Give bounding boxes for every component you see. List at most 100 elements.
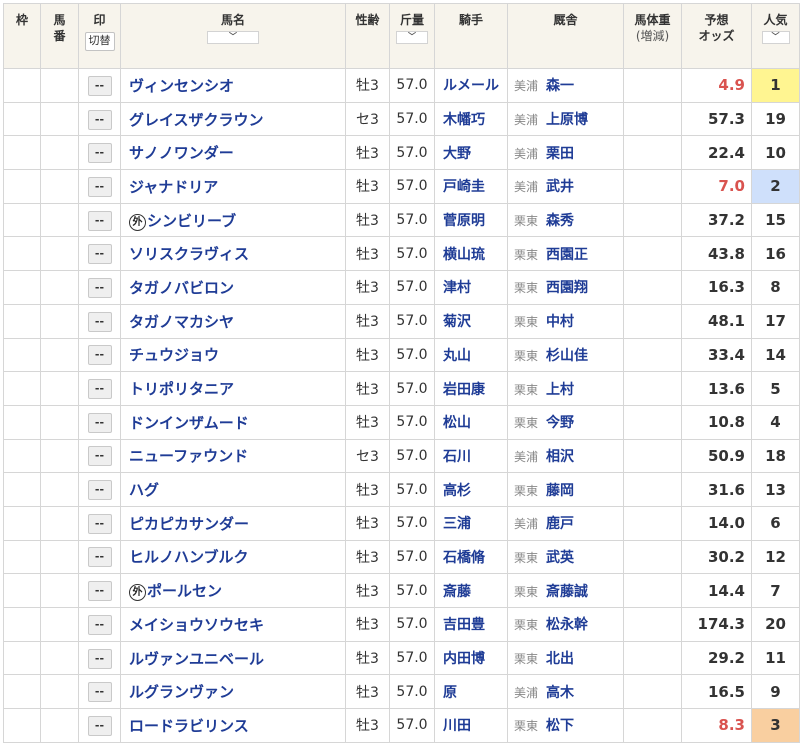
jockey-link[interactable]: 石橋脩 bbox=[434, 539, 508, 575]
trainer-link[interactable]: 杉山佳 bbox=[546, 348, 588, 364]
horse-name-cell[interactable]: 外ポールセン bbox=[120, 573, 346, 608]
jockey-link[interactable]: 松山 bbox=[434, 404, 508, 440]
jockey-link[interactable]: 菅原明 bbox=[434, 202, 508, 238]
horse-name-cell[interactable]: ピカピカサンダー bbox=[120, 505, 346, 541]
mark-select-button[interactable]: -- bbox=[87, 513, 112, 534]
mark-select-button[interactable]: -- bbox=[87, 682, 112, 703]
horse-name-link[interactable]: ニューファウンド bbox=[129, 447, 248, 465]
mark-select-button[interactable]: -- bbox=[87, 75, 112, 96]
jockey-link[interactable]: ルメール bbox=[434, 68, 508, 103]
trainer-link[interactable]: 西園翔 bbox=[546, 280, 588, 296]
horse-name-link[interactable]: ルヴァンユニベール bbox=[129, 650, 264, 668]
mark-select-button[interactable]: -- bbox=[87, 581, 112, 602]
trainer-link[interactable]: 武井 bbox=[546, 179, 574, 195]
horse-name-cell[interactable]: メイショウソウセキ bbox=[120, 607, 346, 642]
horse-name-cell[interactable]: チュウジョウ bbox=[120, 337, 346, 373]
mark-select-button[interactable]: -- bbox=[87, 176, 112, 197]
mark-select-button[interactable]: -- bbox=[87, 715, 112, 736]
trainer-link[interactable]: 武英 bbox=[546, 550, 574, 566]
horse-name-link[interactable]: タガノマカシヤ bbox=[129, 313, 234, 331]
jockey-link[interactable]: 原 bbox=[434, 674, 508, 710]
jockey-link[interactable]: 三浦 bbox=[434, 505, 508, 541]
trainer-link[interactable]: 上原博 bbox=[546, 112, 588, 128]
horse-name-cell[interactable]: トリポリタニア bbox=[120, 371, 346, 406]
horse-name-cell[interactable]: ドンインザムード bbox=[120, 404, 346, 440]
header-weight[interactable]: 斤量 ﹀ bbox=[389, 3, 435, 69]
horse-name-cell[interactable]: ヒルノハンブルク bbox=[120, 539, 346, 575]
horse-name-cell[interactable]: タガノバビロン bbox=[120, 270, 346, 305]
horse-name-link[interactable]: ソリスクラヴィス bbox=[129, 245, 249, 263]
jockey-link[interactable]: 石川 bbox=[434, 438, 508, 474]
jockey-link[interactable]: 大野 bbox=[434, 135, 508, 171]
header-popularity[interactable]: 人気 ﹀ bbox=[751, 3, 800, 69]
horse-name-link[interactable]: サノノワンダー bbox=[129, 144, 234, 162]
trainer-link[interactable]: 藤岡 bbox=[546, 483, 574, 499]
horse-name-link[interactable]: ドンインザムード bbox=[129, 414, 249, 432]
trainer-link[interactable]: 斎藤誠 bbox=[546, 584, 588, 600]
mark-select-button[interactable]: -- bbox=[87, 345, 112, 366]
trainer-link[interactable]: 高木 bbox=[546, 685, 574, 701]
horse-name-link[interactable]: ロードラビリンス bbox=[129, 717, 249, 735]
horse-name-cell[interactable]: ソリスクラヴィス bbox=[120, 236, 346, 272]
mark-select-button[interactable]: -- bbox=[87, 143, 112, 164]
mark-select-button[interactable]: -- bbox=[87, 210, 112, 231]
horse-name-cell[interactable]: ニューファウンド bbox=[120, 438, 346, 474]
mark-select-button[interactable]: -- bbox=[87, 311, 112, 332]
trainer-link[interactable]: 松下 bbox=[546, 718, 574, 734]
jockey-link[interactable]: 菊沢 bbox=[434, 303, 508, 339]
horse-name-link[interactable]: ハグ bbox=[129, 481, 159, 499]
horse-name-link[interactable]: ジャナドリア bbox=[129, 178, 218, 196]
mark-select-button[interactable]: -- bbox=[87, 379, 112, 400]
jockey-link[interactable]: 川田 bbox=[434, 708, 508, 743]
horse-name-link[interactable]: グレイスザクラウン bbox=[129, 111, 264, 129]
horse-name-link[interactable]: ルグランヴァン bbox=[129, 683, 234, 701]
horse-name-cell[interactable]: サノノワンダー bbox=[120, 135, 346, 171]
trainer-link[interactable]: 森一 bbox=[546, 78, 574, 94]
horse-name-cell[interactable]: ルグランヴァン bbox=[120, 674, 346, 710]
trainer-link[interactable]: 松永幹 bbox=[546, 617, 588, 633]
horse-name-cell[interactable]: ルヴァンユニベール bbox=[120, 640, 346, 676]
swap-button[interactable]: 切替 bbox=[84, 32, 115, 51]
popularity-sort-chevron-down-icon[interactable]: ﹀ bbox=[761, 31, 790, 44]
trainer-link[interactable]: 森秀 bbox=[546, 213, 574, 229]
mark-select-button[interactable]: -- bbox=[87, 412, 112, 433]
mark-select-button[interactable]: -- bbox=[87, 614, 112, 635]
horse-name-link[interactable]: チュウジョウ bbox=[129, 346, 219, 364]
horse-name-link[interactable]: メイショウソウセキ bbox=[129, 616, 264, 634]
header-horse[interactable]: 馬名 ﹀ bbox=[120, 3, 346, 69]
jockey-link[interactable]: 吉田豊 bbox=[434, 607, 508, 642]
horse-name-cell[interactable]: ヴィンセンシオ bbox=[120, 68, 346, 103]
mark-select-button[interactable]: -- bbox=[87, 446, 112, 467]
horse-name-link[interactable]: トリポリタニア bbox=[129, 380, 234, 398]
trainer-link[interactable]: 北出 bbox=[546, 651, 574, 667]
mark-select-button[interactable]: -- bbox=[87, 480, 112, 501]
horse-name-cell[interactable]: ジャナドリア bbox=[120, 169, 346, 204]
mark-select-button[interactable]: -- bbox=[87, 547, 112, 568]
mark-select-button[interactable]: -- bbox=[87, 109, 112, 130]
horse-name-cell[interactable]: グレイスザクラウン bbox=[120, 101, 346, 137]
jockey-link[interactable]: 斎藤 bbox=[434, 573, 508, 608]
sort-chevron-down-icon[interactable]: ﹀ bbox=[207, 31, 259, 44]
jockey-link[interactable]: 横山琉 bbox=[434, 236, 508, 272]
trainer-link[interactable]: 上村 bbox=[546, 382, 574, 398]
mark-select-button[interactable]: -- bbox=[87, 277, 112, 298]
trainer-link[interactable]: 中村 bbox=[546, 314, 574, 330]
jockey-link[interactable]: 高杉 bbox=[434, 472, 508, 507]
trainer-link[interactable]: 栗田 bbox=[546, 146, 574, 162]
horse-name-link[interactable]: ピカピカサンダー bbox=[129, 515, 249, 533]
trainer-link[interactable]: 相沢 bbox=[546, 449, 574, 465]
horse-name-cell[interactable]: ハグ bbox=[120, 472, 346, 507]
horse-name-cell[interactable]: 外シンビリーブ bbox=[120, 202, 346, 238]
jockey-link[interactable]: 岩田康 bbox=[434, 371, 508, 406]
trainer-link[interactable]: 鹿戸 bbox=[546, 516, 574, 532]
jockey-link[interactable]: 木幡巧 bbox=[434, 101, 508, 137]
horse-name-link[interactable]: ポールセン bbox=[147, 582, 222, 600]
horse-name-link[interactable]: ヴィンセンシオ bbox=[129, 77, 234, 95]
jockey-link[interactable]: 戸崎圭 bbox=[434, 169, 508, 204]
jockey-link[interactable]: 丸山 bbox=[434, 337, 508, 373]
horse-name-link[interactable]: ヒルノハンブルク bbox=[129, 548, 249, 566]
weight-sort-chevron-down-icon[interactable]: ﹀ bbox=[396, 31, 428, 44]
horse-name-cell[interactable]: ロードラビリンス bbox=[120, 708, 346, 743]
horse-name-link[interactable]: タガノバビロン bbox=[129, 279, 234, 297]
mark-select-button[interactable]: -- bbox=[87, 648, 112, 669]
